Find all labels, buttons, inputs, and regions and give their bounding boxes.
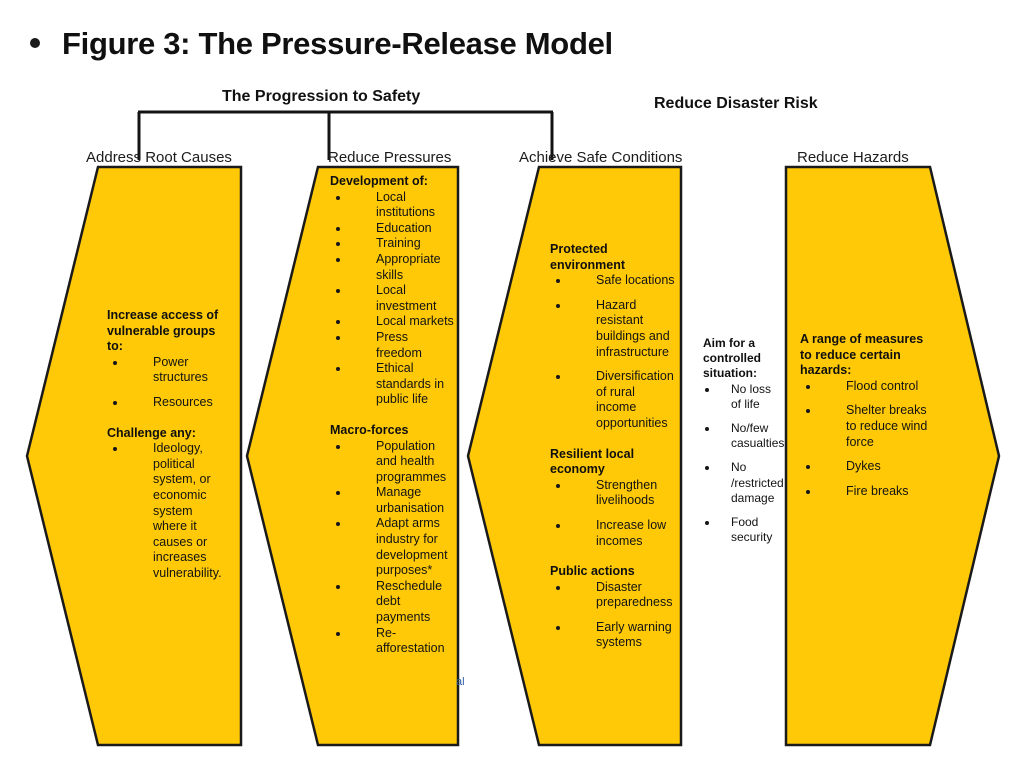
list-item: Manage urbanisation — [330, 485, 455, 516]
list-item: Hazard resistant buildings and infrastru… — [550, 298, 675, 360]
content-bullet-list: Strengthen livelihoods Increase low incom… — [550, 478, 675, 549]
content-reduce-pressures: Development of: Local institutions Educati… — [330, 174, 455, 657]
content-section-title: Development of: — [330, 174, 428, 188]
list-item: Increase low incomes — [550, 518, 675, 549]
content-section-title: Public actions — [550, 564, 635, 579]
content-aim-controlled-situation: Aim for a controlled situation: No loss o… — [703, 336, 784, 554]
list-item: No/few casualties — [703, 421, 784, 451]
list-item: Reschedule debt payments — [330, 579, 455, 626]
content-reduce-hazards: A range of measures to reduce certain ha… — [800, 332, 928, 508]
list-item: Disaster preparedness — [550, 580, 675, 611]
column-heading-achieve-safe-conditions: Achieve Safe Conditions — [519, 149, 683, 166]
list-item: No loss of life — [703, 382, 777, 412]
content-section: Public actions Disaster preparedness Early… — [550, 564, 675, 651]
content-section-title: A range of measures to reduce certain ha… — [800, 332, 924, 378]
content-section: A range of measures to reduce certain ha… — [800, 332, 928, 499]
list-item: Appropriate skills — [330, 252, 455, 283]
content-section: Resilient local economy Strengthen liveli… — [550, 447, 675, 550]
list-item: Adapt arms industry for development purp… — [330, 516, 455, 578]
list-item: Ideology, political system, or economic … — [107, 441, 229, 581]
content-bullet-list: Ideology, political system, or economic … — [107, 441, 229, 581]
list-item: Diversification of rural income opportun… — [550, 369, 675, 431]
list-item: Training — [330, 236, 455, 252]
content-section: Aim for a controlled situation: No loss o… — [703, 336, 784, 546]
list-item: No /restricted damage — [703, 460, 784, 506]
pressure-release-diagram: The Progression to Safety Reduce Disaste… — [0, 0, 1024, 768]
footnote-fragment-a: al — [456, 676, 465, 688]
column-heading-reduce-hazards: Reduce Hazards — [797, 149, 909, 166]
content-section-title: Challenge any: — [107, 425, 196, 440]
list-item: Re-afforestation — [330, 626, 455, 657]
content-section-title: Resilient local economy — [550, 446, 635, 477]
content-section: Increase access of vulnerable groups to:… — [107, 308, 229, 411]
content-achieve-safe-conditions: Protected environment Safe locations Hazar… — [550, 242, 675, 660]
list-item: Shelter breaks to reduce wind force — [800, 403, 928, 450]
content-address-root-causes: Increase access of vulnerable groups to:… — [107, 308, 229, 591]
list-item: Local institutions — [330, 190, 455, 221]
content-bullet-list: Disaster preparedness Early warning syste… — [550, 580, 675, 651]
list-item: Power structures — [107, 355, 229, 386]
list-item: Local investment — [330, 283, 455, 314]
list-item: Ethical standards in public life — [330, 361, 455, 408]
content-bullet-list: Power structures Resources — [107, 355, 229, 411]
list-item: Population and health programmes — [330, 439, 455, 486]
list-item: Safe locations — [550, 273, 675, 289]
footnote-fragment-b: . — [456, 700, 459, 710]
content-bullet-list: Safe locations Hazard resistant buildings… — [550, 273, 675, 431]
list-item: Education — [330, 221, 455, 237]
content-section-title: Aim for a controlled situation: — [703, 336, 762, 381]
content-section: Challenge any: Ideology, political system… — [107, 426, 229, 582]
content-section: Macro-forces Population and health progra… — [330, 423, 455, 657]
list-item: Food security — [703, 515, 777, 545]
content-bullet-list: Local institutions Education Training Appro… — [330, 190, 455, 408]
content-bullet-list: Flood control Shelter breaks to reduce wi… — [800, 379, 928, 500]
list-item: Early warning systems — [550, 620, 675, 651]
list-item: Strengthen livelihoods — [550, 478, 675, 509]
content-section-title: Protected environment — [550, 242, 626, 272]
column-heading-reduce-pressures: Reduce Pressures — [328, 149, 452, 166]
list-item: Flood control — [800, 379, 928, 395]
content-bullet-list: No loss of life No/few casualties No /rest… — [703, 382, 784, 546]
column-heading-address-root-causes: Address Root Causes — [86, 149, 232, 166]
content-section: Protected environment Safe locations Hazar… — [550, 242, 675, 432]
list-item: Press freedom — [330, 330, 455, 361]
list-item: Local markets — [330, 314, 455, 330]
content-section-title: Increase access of vulnerable groups to: — [107, 308, 219, 354]
list-item: Fire breaks — [800, 484, 928, 500]
list-item: Dykes — [800, 459, 928, 475]
content-section: Development of: Local institutions Educati… — [330, 174, 455, 408]
list-item: Resources — [107, 395, 229, 411]
group-heading-progression-to-safety: The Progression to Safety — [222, 88, 421, 105]
group-heading-reduce-disaster-risk: Reduce Disaster Risk — [654, 95, 818, 112]
content-section-title: Macro-forces — [330, 422, 409, 437]
content-bullet-list: Population and health programmes Manage u… — [330, 439, 455, 657]
